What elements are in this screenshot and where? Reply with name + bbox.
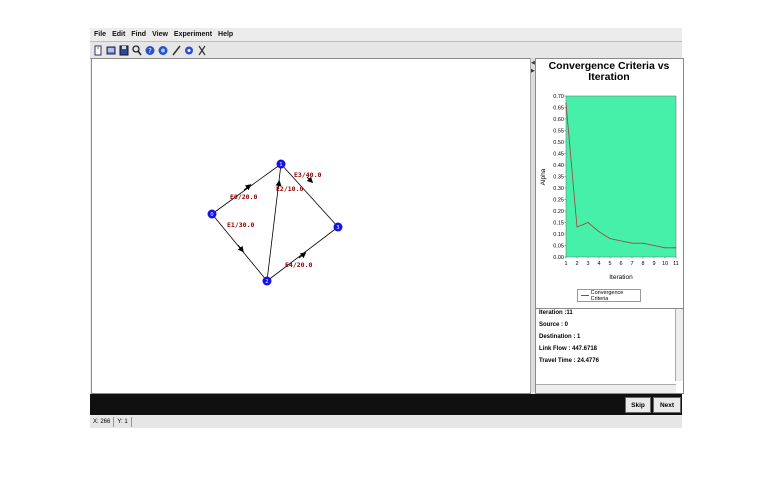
svg-text:1: 1 <box>279 162 282 168</box>
chart-legend: Convergence Criteria <box>577 289 641 302</box>
x-tick-label: 4 <box>597 261 600 267</box>
y-tick-label: 0.45 <box>553 152 564 158</box>
data-point <box>642 242 644 244</box>
graph-edge[interactable] <box>266 163 282 282</box>
control-bar <box>90 394 682 415</box>
svg-text:2: 2 <box>265 279 268 285</box>
iteration-text: Iteration :11 <box>539 310 573 316</box>
menu-experiment[interactable]: Experiment <box>174 31 212 38</box>
plot-area <box>565 95 677 258</box>
edit-icon[interactable] <box>171 45 181 56</box>
y-tick-label: 0.35 <box>553 175 564 181</box>
y-tick-label: 0.30 <box>553 186 564 192</box>
y-tick-label: 0.60 <box>553 117 564 123</box>
menu-bar: File Edit Find View Experiment Help <box>90 28 682 41</box>
data-point <box>565 102 567 104</box>
y-tick-label: 0.55 <box>553 129 564 135</box>
edge-label: E3/40.0 <box>294 171 321 179</box>
edge-label: E1/30.0 <box>227 221 254 229</box>
settings-icon[interactable] <box>184 45 194 56</box>
graph-edge[interactable] <box>266 226 339 282</box>
y-tick-label: 0.65 <box>553 106 564 112</box>
x-tick-label: 7 <box>630 261 633 267</box>
menu-view[interactable]: View <box>152 31 168 38</box>
x-coordinate: X: 266 <box>90 417 115 427</box>
edge-label: E4/20.0 <box>285 261 312 269</box>
x-tick-label: 5 <box>608 261 611 267</box>
y-tick-label: 0.00 <box>553 255 564 261</box>
new-icon[interactable] <box>93 45 103 56</box>
source-text: Source : 0 <box>539 322 569 328</box>
data-point <box>664 247 666 249</box>
x-label: X: <box>93 419 99 425</box>
menu-help[interactable]: Help <box>218 31 233 38</box>
data-point <box>631 242 633 244</box>
status-bar: X: 266 Y: 1 <box>90 416 682 428</box>
edge-label: E0/20.0 <box>230 193 257 201</box>
x-tick-label: 2 <box>575 261 578 267</box>
data-point <box>609 238 611 240</box>
x-tick-label: 10 <box>662 261 668 267</box>
search-icon[interactable] <box>132 44 142 56</box>
x-tick-label: 11 <box>673 261 679 267</box>
x-tick-label: 1 <box>564 261 567 267</box>
x-tick-label: 8 <box>641 261 644 267</box>
toolbar: ? <box>90 41 682 59</box>
graph-node-3[interactable]: 3 <box>333 222 343 232</box>
application-window: File Edit Find View Experiment Help ? E0… <box>90 28 684 428</box>
svg-text:0: 0 <box>210 212 213 218</box>
next-button[interactable]: Next <box>653 397 681 413</box>
y-tick-label: 0.25 <box>553 198 564 204</box>
y-axis-label: Alpha <box>540 168 547 185</box>
x-tick-label: 3 <box>586 261 589 267</box>
y-coordinate: Y: 1 <box>114 417 132 427</box>
convergence-chart: 0.00 0.05 0.10 0.15 0.20 0.25 0.30 0.35 0.40 0.45… <box>540 94 679 281</box>
menu-file[interactable]: File <box>94 31 106 38</box>
info-panel: Iteration :11 Source : 0 Destination : 1… <box>535 308 684 394</box>
help-icon[interactable]: ? <box>145 45 155 56</box>
data-point <box>653 245 655 246</box>
info-icon[interactable] <box>158 45 168 56</box>
y-value: 1 <box>124 419 128 425</box>
x-value: 266 <box>100 419 111 425</box>
list-icon[interactable] <box>106 45 116 56</box>
vertical-scrollbar[interactable] <box>675 309 683 381</box>
data-point <box>576 226 578 228</box>
y-label: Y: <box>117 419 123 425</box>
graph-node-1[interactable]: 1 <box>276 159 286 169</box>
edge-label: E2/10.0 <box>276 185 303 193</box>
graph-edge[interactable] <box>211 163 282 215</box>
destination-text: Destination : 1 <box>539 334 581 340</box>
x-axis-label: Iteration <box>609 274 633 281</box>
data-point <box>620 240 622 242</box>
y-tick-label: 0.40 <box>553 163 564 169</box>
save-icon[interactable] <box>119 45 129 56</box>
y-tick-label: 0.10 <box>553 232 564 238</box>
y-tick-label: 0.50 <box>553 140 564 146</box>
legend-entry: Convergence Criteria <box>590 289 624 302</box>
skip-button[interactable]: Skip <box>625 397 651 413</box>
x-tick-label: 6 <box>619 261 622 267</box>
y-tick-label: 0.15 <box>553 221 564 227</box>
graph-node-2[interactable]: 2 <box>262 276 272 286</box>
network-graph-canvas[interactable]: E0/20.0 E3/40.0 E2/10.0 E1/30.0 E4/20.0 … <box>91 58 531 394</box>
data-point <box>675 247 677 249</box>
graph-node-0[interactable]: 0 <box>207 209 217 219</box>
data-point <box>587 222 589 223</box>
cut-icon[interactable] <box>197 45 207 56</box>
horizontal-scrollbar[interactable] <box>536 384 676 393</box>
travel-time-text: Travel Time : 24.4776 <box>539 358 599 364</box>
y-tick-label: 0.05 <box>553 244 564 250</box>
y-tick-label: 0.20 <box>553 209 564 215</box>
link-flow-text: Link Flow : 447.6718 <box>539 346 598 352</box>
menu-edit[interactable]: Edit <box>112 31 125 38</box>
y-tick-label: 0.70 <box>553 94 564 100</box>
svg-text:3: 3 <box>336 225 339 231</box>
x-tick-label: 9 <box>652 261 655 267</box>
svg-text:?: ? <box>148 47 152 55</box>
data-point <box>598 231 600 233</box>
menu-find[interactable]: Find <box>131 31 146 38</box>
